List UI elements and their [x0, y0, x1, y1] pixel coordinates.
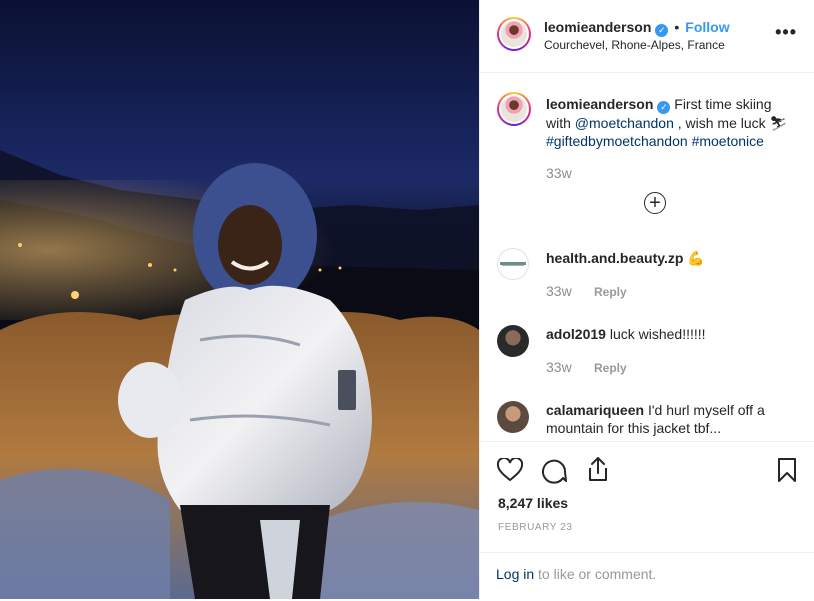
- comment-text: calamariqueen I'd hurl myself off a moun…: [546, 401, 796, 437]
- comment-body: luck wished!!!!!!: [609, 326, 706, 342]
- post-panel: leomieanderson ✓ • Follow Courchevel, Rhone…: [479, 0, 814, 599]
- comment-username[interactable]: health.and.beauty.zp: [546, 250, 683, 266]
- verified-badge-icon: ✓: [657, 101, 671, 114]
- photo-scene: [0, 150, 479, 599]
- separator-dot: •: [674, 19, 680, 35]
- caption-text: leomieanderson ✓ First time skiing with @…: [546, 95, 796, 150]
- caption-username[interactable]: leomieanderson: [546, 96, 653, 112]
- header-line: leomieanderson ✓ • Follow: [544, 19, 730, 37]
- load-more-comments-icon[interactable]: +: [644, 192, 666, 214]
- caption-avatar[interactable]: [497, 92, 531, 126]
- post-header: leomieanderson ✓ • Follow Courchevel, Rhone…: [480, 0, 814, 73]
- caption-time[interactable]: 33w: [546, 165, 572, 181]
- reply-button[interactable]: Reply: [594, 361, 627, 375]
- comment-icon[interactable]: [541, 458, 567, 484]
- hashtag-link[interactable]: #moetonice: [692, 133, 764, 149]
- heart-icon[interactable]: [497, 458, 523, 482]
- likes-count[interactable]: 8,247 likes: [498, 495, 568, 511]
- comment-text: adol2019 luck wished!!!!!!: [546, 325, 796, 343]
- commenter-avatar[interactable]: [497, 325, 529, 357]
- share-icon[interactable]: [586, 456, 610, 482]
- login-bar: Log in to like or comment.: [480, 552, 814, 601]
- comment-text: health.and.beauty.zp 💪: [546, 249, 796, 267]
- bookmark-icon[interactable]: [777, 457, 797, 483]
- location-link[interactable]: Courchevel, Rhone-Alpes, France: [544, 38, 725, 52]
- login-rest: to like or comment.: [534, 566, 657, 582]
- author-avatar[interactable]: [497, 17, 531, 51]
- comment-time[interactable]: 33w: [546, 359, 572, 375]
- post-actions: 8,247 likes FEBRUARY 23 Log in to like o…: [480, 441, 814, 600]
- hashtag-link[interactable]: #giftedbymoetchandon: [546, 133, 688, 149]
- comment-username[interactable]: calamariqueen: [546, 402, 644, 418]
- post-date[interactable]: FEBRUARY 23: [498, 522, 573, 533]
- caption-body-2: , wish me luck: [677, 115, 766, 131]
- follow-button[interactable]: Follow: [685, 19, 729, 35]
- author-username[interactable]: leomieanderson: [544, 19, 651, 35]
- comment-body: 💪: [687, 250, 705, 266]
- comments-section[interactable]: leomieanderson ✓ First time skiing with @…: [480, 73, 814, 441]
- login-link[interactable]: Log in: [496, 566, 534, 582]
- commenter-avatar[interactable]: [497, 248, 529, 280]
- more-options-icon[interactable]: •••: [775, 22, 797, 43]
- verified-badge-icon: ✓: [655, 24, 669, 37]
- post-photo[interactable]: [0, 0, 479, 599]
- commenter-avatar[interactable]: [497, 401, 529, 433]
- comment-time[interactable]: 33w: [546, 283, 572, 299]
- comment-username[interactable]: adol2019: [546, 326, 606, 342]
- skier-emoji: ⛷: [769, 115, 788, 131]
- mention-link[interactable]: @moetchandon: [575, 115, 674, 131]
- reply-button[interactable]: Reply: [594, 285, 627, 299]
- login-prompt: Log in to like or comment.: [496, 566, 656, 582]
